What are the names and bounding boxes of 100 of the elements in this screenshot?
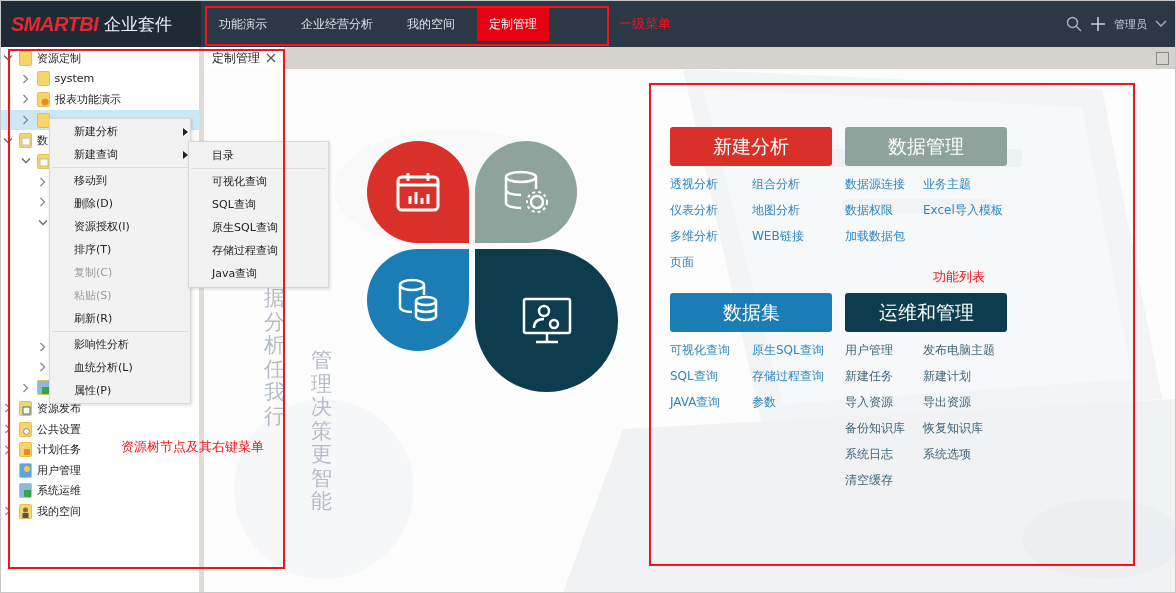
function-link[interactable]: 备份知识库 <box>845 415 923 441</box>
nav-tab[interactable]: 我的空间 <box>395 7 467 41</box>
chevron-down-icon[interactable] <box>20 157 31 166</box>
function-link[interactable]: 多维分析 <box>670 223 752 249</box>
tree-item[interactable]: system <box>54 72 95 86</box>
chevron-down-icon[interactable] <box>3 136 13 145</box>
publish-icon <box>19 400 32 416</box>
chevron-down-icon[interactable] <box>3 54 13 63</box>
tree-item[interactable]: 我的空间 <box>37 503 81 519</box>
function-link[interactable]: 仪表分析 <box>670 197 752 223</box>
function-link[interactable]: 地图分析 <box>752 197 842 223</box>
user-menu[interactable]: 管理员 <box>1114 16 1147 32</box>
space-icon <box>19 503 32 519</box>
users-icon <box>19 462 32 478</box>
function-link[interactable]: 新建计划 <box>923 363 1019 389</box>
function-link[interactable]: JAVA查询 <box>670 389 752 415</box>
tree-item[interactable]: 系统运维 <box>37 483 81 499</box>
folder-icon <box>36 112 50 128</box>
menu-item[interactable]: 刷新(R) <box>50 307 190 330</box>
category-header[interactable]: 运维和管理 <box>845 293 1007 332</box>
function-link[interactable]: SQL查询 <box>670 363 752 389</box>
chevron-right-icon[interactable] <box>39 197 47 208</box>
function-link[interactable]: 组合分析 <box>752 171 842 197</box>
submenu-arrow-icon <box>183 128 188 136</box>
category-header[interactable]: 新建分析 <box>670 127 832 166</box>
chevron-down-icon[interactable] <box>38 219 48 228</box>
caret-icon[interactable] <box>1155 20 1167 28</box>
calendar-chart-icon <box>396 172 440 212</box>
database-icon <box>397 278 439 322</box>
menu-item[interactable]: 新建分析 <box>50 120 190 143</box>
chevron-right-icon[interactable] <box>39 341 47 352</box>
folder-icon <box>36 71 50 87</box>
menu-item[interactable]: 属性(P) <box>50 379 190 402</box>
folder-icon <box>19 50 32 66</box>
tab-label[interactable]: 定制管理 <box>212 49 260 67</box>
tree-item[interactable]: 数 <box>37 133 48 149</box>
menu-item[interactable]: SQL查询 <box>189 193 328 216</box>
function-link[interactable]: 页面 <box>670 249 752 275</box>
tree-item[interactable]: 资源定制 <box>37 50 81 66</box>
chevron-right-icon[interactable] <box>21 115 30 126</box>
system-icon <box>19 483 32 499</box>
function-link[interactable]: 新建任务 <box>845 363 923 389</box>
menu-item[interactable]: 新建查询 <box>50 143 190 166</box>
function-link[interactable]: 业务主题 <box>923 171 1019 197</box>
function-link[interactable]: WEB链接 <box>752 223 842 249</box>
function-link[interactable]: 可视化查询 <box>670 337 752 363</box>
tree-item[interactable]: 公共设置 <box>37 421 81 437</box>
nav-tab[interactable]: 企业经营分析 <box>289 7 385 41</box>
menu-item[interactable]: 影响性分析 <box>50 333 190 356</box>
function-link[interactable]: 加载数据包 <box>845 223 923 249</box>
chevron-right-icon[interactable] <box>39 176 47 187</box>
menu-item[interactable]: Java查询 <box>189 262 328 285</box>
category-header[interactable]: 数据集 <box>670 293 832 332</box>
function-link[interactable]: 数据源连接 <box>845 171 923 197</box>
annotation-label: 一级菜单 <box>619 15 671 33</box>
plus-icon[interactable] <box>1090 16 1106 32</box>
function-link[interactable]: 导出资源 <box>923 389 1019 415</box>
function-link[interactable]: 系统选项 <box>923 441 1019 467</box>
slogan-text: 管理决策更智能 <box>311 349 332 514</box>
database-gear-icon <box>503 170 549 214</box>
chevron-right-icon[interactable] <box>21 382 30 393</box>
function-link[interactable]: 用户管理 <box>845 337 923 363</box>
function-link[interactable]: 参数 <box>752 389 842 415</box>
menu-item[interactable]: 目录 <box>189 144 328 167</box>
function-link[interactable]: Excel导入模板 <box>923 197 1019 223</box>
chevron-right-icon[interactable] <box>39 362 47 373</box>
menu-item[interactable]: 资源授权(I) <box>50 215 190 238</box>
menu-item[interactable]: 原生SQL查询 <box>189 216 328 239</box>
function-link[interactable]: 发布电脑主题 <box>923 337 1019 363</box>
function-link[interactable]: 原生SQL查询 <box>752 337 842 363</box>
function-link[interactable]: 数据权限 <box>845 197 923 223</box>
chevron-right-icon[interactable] <box>21 94 30 105</box>
tab[interactable]: 定制管理 <box>204 47 284 69</box>
function-link[interactable]: 导入资源 <box>845 389 923 415</box>
search-icon[interactable] <box>1066 16 1082 32</box>
nav-tab[interactable]: 定制管理 <box>477 7 549 41</box>
menu-item[interactable]: 删除(D) <box>50 192 190 215</box>
settings-icon <box>19 421 32 437</box>
nav-tab[interactable]: 功能演示 <box>207 7 279 41</box>
submenu-arrow-icon <box>183 151 188 159</box>
monitor-user-icon <box>521 296 572 345</box>
tree-item[interactable]: 报表功能演示 <box>54 92 121 107</box>
chevron-right-icon[interactable] <box>21 73 30 84</box>
function-link[interactable]: 清空缓存 <box>845 467 923 493</box>
menu-item[interactable]: 排序(T) <box>50 238 190 261</box>
function-link[interactable]: 恢复知识库 <box>923 415 1019 441</box>
maximize-icon[interactable] <box>1156 51 1169 65</box>
menu-item[interactable]: 可视化查询 <box>189 170 328 193</box>
menu-item[interactable]: 血统分析(L) <box>50 356 190 379</box>
close-icon[interactable] <box>266 53 276 63</box>
doc-folder-icon <box>36 153 50 169</box>
function-link[interactable]: 系统日志 <box>845 441 923 467</box>
menu-item[interactable]: 存储过程查询 <box>189 239 328 262</box>
function-link[interactable]: 存储过程查询 <box>752 363 842 389</box>
annotation-label: 资源树节点及其右键菜单 <box>121 438 264 456</box>
tree-item[interactable]: 用户管理 <box>37 462 81 478</box>
menu-item[interactable]: 移动到 <box>50 169 190 192</box>
tree-item[interactable]: 计划任务 <box>37 442 81 458</box>
schedule-icon <box>19 442 32 458</box>
function-link[interactable]: 透视分析 <box>670 171 752 197</box>
